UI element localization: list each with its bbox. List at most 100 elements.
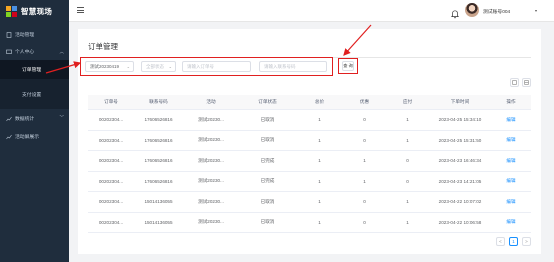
bell-icon[interactable] — [451, 6, 459, 19]
page-title: 订单管理 — [88, 42, 118, 51]
chevron-up-icon: ︿ — [59, 49, 65, 54]
cell-activity: 测试20230... — [198, 178, 224, 184]
column-header: 操作 — [506, 99, 516, 104]
edit-link[interactable]: 编辑 — [491, 178, 531, 184]
edit-link[interactable]: 编辑 — [491, 199, 531, 205]
cell-activity: 测试20230... — [198, 157, 224, 163]
cell-order-no: 00202304... — [98, 137, 124, 143]
app-logo[interactable]: 智慧现场 — [0, 0, 69, 22]
column-header: 优惠 — [359, 99, 370, 104]
cell-order-no: 00202304... — [98, 158, 124, 164]
status-select[interactable]: 全部状态 ⌄ — [141, 61, 176, 72]
cell-discount: 0 — [363, 137, 366, 143]
cell-payable: 1 — [406, 199, 409, 205]
order-no-placeholder: 请输入订单号 — [187, 63, 214, 69]
column-header: 下单时间 — [450, 99, 470, 104]
activity-select-value: 测试20230419 — [90, 63, 120, 69]
cell-activity: 测试20230... — [198, 116, 224, 122]
cell-order-no: 00202304... — [98, 178, 124, 184]
sidebar-item-personal-center[interactable]: 个人中心 ︿ — [0, 43, 69, 60]
pagination-page[interactable]: 1 — [509, 237, 518, 246]
cell-order-time: 2023-04-25 15:34:10 — [438, 117, 482, 123]
cell-order-no: 00202304... — [98, 199, 124, 205]
cell-order-no: 00202304... — [98, 219, 124, 225]
edit-link[interactable]: 编辑 — [491, 137, 531, 143]
refresh-icon[interactable] — [510, 78, 519, 87]
cell-payable: 1 — [406, 117, 409, 123]
cell-payable: 1 — [406, 137, 409, 143]
sidebar-item-activity-screen[interactable]: 活动屏展示 — [0, 128, 69, 145]
phone-placeholder: 请输入联系号码 — [264, 63, 296, 69]
sidebar-item-data-statistics[interactable]: 数据统计 ﹀ — [0, 109, 69, 128]
table-row: 00202304... 17606526816 测试20230... 已完成 1… — [88, 172, 531, 192]
cell-total: 1 — [318, 219, 321, 225]
column-header: 订单号 — [104, 99, 118, 104]
cell-total: 1 — [318, 199, 321, 205]
status-select-placeholder: 全部状态 — [146, 63, 164, 69]
cell-total: 1 — [318, 117, 321, 123]
column-header: 订单状态 — [258, 99, 277, 104]
app-title: 智慧现场 — [21, 6, 53, 16]
cell-order-time: 2023-04-25 15:31:50 — [438, 137, 482, 143]
column-header: 总价 — [314, 99, 325, 104]
cell-phone: 15014136055 — [144, 219, 173, 225]
edit-link[interactable]: 编辑 — [491, 158, 531, 164]
sidebar-subitem-label: 支付设置 — [22, 92, 42, 98]
logo-icon — [6, 5, 17, 17]
column-header: 活动 — [206, 99, 216, 104]
cell-phone: 17606526816 — [144, 137, 173, 143]
username[interactable]: 测试账号004 — [483, 8, 510, 15]
edit-link[interactable]: 编辑 — [491, 219, 531, 225]
columns-icon[interactable] — [522, 78, 531, 87]
sidebar-item-activity-management[interactable]: 活动管理 — [0, 26, 69, 43]
phone-input[interactable]: 请输入联系号码 — [259, 61, 327, 72]
sidebar-item-order-management[interactable]: 订单管理 — [0, 60, 69, 79]
avatar[interactable] — [465, 3, 479, 17]
sidebar-item-payment-settings[interactable]: 支付设置 — [0, 79, 69, 109]
cell-discount: 1 — [363, 178, 366, 184]
top-header: 测试账号004 ▾ — [69, 0, 554, 22]
cell-total: 1 — [318, 137, 321, 143]
orders-table: 订单号 联系号码 活动 订单状态 总价 优惠 应付 下单时间 操作 002023… — [88, 95, 531, 233]
cell-payable: 0 — [406, 178, 409, 184]
edit-link[interactable]: 编辑 — [491, 117, 531, 123]
cell-discount: 1 — [363, 158, 366, 164]
table-header-row: 订单号 联系号码 活动 订单状态 总价 优惠 应付 下单时间 操作 — [88, 95, 531, 110]
table-row: 00202304... 17606526816 测试20230... 已取消 1… — [88, 131, 531, 151]
chevron-down-icon: ﹀ — [59, 115, 65, 120]
sidebar: 智慧现场 活动管理 个人中心 ︿ 订单管理 支付设置 数据统计 ﹀ 活动屏展示 — [0, 0, 69, 262]
cell-activity: 测试20230... — [198, 198, 224, 204]
cell-order-time: 2023-04-22 10:07:02 — [438, 199, 482, 205]
chevron-down-icon[interactable]: ▾ — [535, 8, 537, 13]
chart-icon — [6, 116, 12, 122]
cell-order-no: 00202304... — [98, 117, 124, 123]
content-card: 订单管理 测试20230419 ⌄ 全部状态 ⌄ 请输入订单号 请输入联系号码 … — [78, 29, 541, 254]
sidebar-item-label: 活动屏展示 — [15, 135, 39, 140]
table-row: 00202304... 15014136055 测试20230... 已取消 1… — [88, 213, 531, 233]
query-button-label: 查 询 — [343, 63, 353, 68]
query-button[interactable]: 查 询 — [342, 61, 354, 71]
cell-order-time: 2023-04-22 10:06:58 — [438, 219, 482, 225]
pagination-prev[interactable]: < — [496, 237, 505, 246]
cell-discount: 0 — [363, 219, 366, 225]
chevron-down-icon: ⌄ — [168, 64, 172, 69]
table-row: 00202304... 17606526816 测试20230... 已完成 1… — [88, 151, 531, 172]
order-no-input[interactable]: 请输入订单号 — [182, 61, 251, 72]
document-icon — [6, 31, 12, 38]
cell-payable: 1 — [406, 219, 409, 225]
cell-status: 已取消 — [260, 137, 275, 143]
cell-discount: 0 — [363, 117, 366, 123]
sidebar-item-label: 个人中心 — [15, 50, 35, 55]
cell-total: 1 — [318, 158, 321, 164]
cell-status: 已完成 — [260, 157, 275, 163]
table-row: 00202304... 17606526816 测试20230... 已取消 1… — [88, 110, 531, 131]
cell-discount: 0 — [363, 199, 366, 205]
cell-phone: 17606526816 — [144, 117, 173, 123]
hamburger-icon[interactable] — [77, 7, 84, 13]
activity-select[interactable]: 测试20230419 ⌄ — [85, 61, 134, 72]
pagination-next[interactable]: > — [522, 237, 531, 246]
cell-order-time: 2023-04-23 14:21:05 — [438, 178, 482, 184]
cell-activity: 测试20230... — [198, 137, 224, 143]
chevron-down-icon: ⌄ — [126, 64, 130, 69]
cell-total: 1 — [318, 178, 321, 184]
